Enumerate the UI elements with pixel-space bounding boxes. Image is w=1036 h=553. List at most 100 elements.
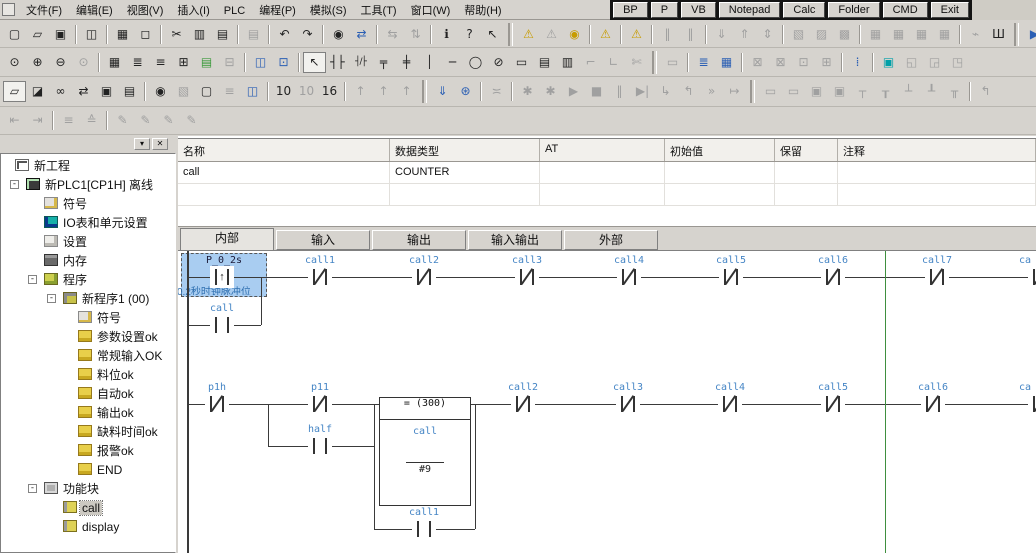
tree-item-常规输入OK[interactable]: 常规输入OK bbox=[1, 346, 175, 365]
monitor-window-2-icon[interactable]: ▦ bbox=[887, 24, 910, 45]
contact-nc-call5[interactable] bbox=[719, 266, 743, 288]
watch-window-icon[interactable]: ▣ bbox=[877, 52, 900, 73]
launcher-button-calc[interactable]: Calc bbox=[783, 2, 825, 18]
redo-icon[interactable]: ↷ bbox=[296, 24, 319, 45]
monitor-window-4-icon[interactable]: ▦ bbox=[933, 24, 956, 45]
force-cancel-icon[interactable]: ⊡ bbox=[792, 52, 815, 73]
cell[interactable]: call bbox=[178, 162, 390, 183]
new-closed-coil-icon[interactable]: ⊘ bbox=[487, 52, 510, 73]
undo-icon[interactable]: ↶ bbox=[273, 24, 296, 45]
menu-i[interactable]: 插入(I) bbox=[170, 3, 216, 19]
launcher-button-p[interactable]: P bbox=[651, 2, 678, 18]
rung-shrink-icon[interactable]: ⊞ bbox=[172, 52, 195, 73]
launcher-button-exit[interactable]: Exit bbox=[931, 2, 969, 18]
new-ladder-window-icon[interactable]: ▱ bbox=[3, 81, 26, 102]
upload-3-icon[interactable]: ↑ bbox=[395, 81, 418, 102]
cell[interactable] bbox=[665, 184, 775, 205]
edit-pen-2-icon[interactable]: ✎ bbox=[134, 110, 157, 131]
download-to-plc-icon[interactable]: ⇓ bbox=[431, 81, 454, 102]
tree-item-料位ok[interactable]: 料位ok bbox=[1, 365, 175, 384]
partial-transfer-3-icon[interactable]: ▩ bbox=[833, 24, 856, 45]
tree-item-输出ok[interactable]: 输出ok bbox=[1, 403, 175, 422]
col-header-3[interactable]: AT bbox=[540, 139, 665, 161]
continuous-step-icon[interactable]: » bbox=[700, 81, 723, 102]
tree-item-缺料时间ok[interactable]: 缺料时间ok bbox=[1, 422, 175, 441]
watch-1-icon[interactable]: ◱ bbox=[900, 52, 923, 73]
tree-item-符号[interactable]: 符号 bbox=[1, 194, 175, 213]
select-tool-icon[interactable]: ↖ bbox=[303, 52, 326, 73]
list-view-icon[interactable]: ≡ bbox=[149, 52, 172, 73]
online-compare-icon[interactable]: ≍ bbox=[485, 81, 508, 102]
address-reference-tool-icon[interactable]: ⁞ bbox=[846, 52, 869, 73]
tree-expander-icon[interactable]: - bbox=[28, 275, 37, 284]
edit-pen-3-icon[interactable]: ✎ bbox=[157, 110, 180, 131]
tab-输出[interactable]: 输出 bbox=[372, 230, 466, 250]
cell[interactable] bbox=[838, 162, 1036, 183]
compare-block[interactable]: = (300)call#9 bbox=[379, 397, 471, 506]
show-grid-icon[interactable]: ▦ bbox=[103, 52, 126, 73]
mdi-child-icon[interactable] bbox=[2, 3, 15, 16]
paste-icon[interactable]: ▤ bbox=[211, 24, 234, 45]
menu-plc[interactable]: PLC bbox=[217, 3, 252, 19]
plc-clock-icon[interactable]: ▭ bbox=[661, 52, 684, 73]
jump-tool-icon[interactable]: ⌐ bbox=[579, 52, 602, 73]
fb-invocation-icon[interactable]: ▤ bbox=[533, 52, 556, 73]
find-previous-icon[interactable]: ⇅ bbox=[404, 24, 427, 45]
tree-item-新程序1-(00)[interactable]: -新程序1 (00) bbox=[1, 289, 175, 308]
align-left-icon[interactable]: ≡ bbox=[57, 110, 80, 131]
new-contact-icon[interactable]: ┤├ bbox=[326, 52, 349, 73]
sim-pause-icon[interactable]: ‖ bbox=[608, 81, 631, 102]
open-file-icon[interactable]: ▱ bbox=[26, 24, 49, 45]
upload-1-icon[interactable]: ↑ bbox=[349, 81, 372, 102]
cut-icon[interactable]: ✂ bbox=[165, 24, 188, 45]
new-closed-or-contact-icon[interactable]: ╪ bbox=[395, 52, 418, 73]
contact-nc-call6[interactable] bbox=[821, 266, 845, 288]
menu-v[interactable]: 视图(V) bbox=[120, 3, 171, 19]
cell[interactable] bbox=[775, 162, 838, 183]
data-trace-icon[interactable]: Ш bbox=[987, 24, 1010, 45]
fb-library-icon[interactable]: ▧ bbox=[172, 81, 195, 102]
rung-manager-icon[interactable]: ▤ bbox=[195, 52, 218, 73]
io-monitor-2-icon[interactable]: ▭ bbox=[782, 81, 805, 102]
mnemonic-view-icon[interactable]: ◪ bbox=[26, 81, 49, 102]
compile-program-icon[interactable]: ⚠ bbox=[517, 24, 540, 45]
watch-2-icon[interactable]: ◲ bbox=[923, 52, 946, 73]
step-in-icon[interactable]: ↳ bbox=[654, 81, 677, 102]
menu-f[interactable]: 文件(F) bbox=[19, 3, 69, 19]
cycle-time-icon[interactable]: ⌁ bbox=[964, 24, 987, 45]
find-icon[interactable]: ◉ bbox=[327, 24, 350, 45]
partial-transfer-1-icon[interactable]: ▧ bbox=[787, 24, 810, 45]
tree-item-内存[interactable]: 内存 bbox=[1, 251, 175, 270]
io-monitor-3-icon[interactable]: ▣ bbox=[805, 81, 828, 102]
col-header-6[interactable]: 注释 bbox=[838, 139, 1036, 161]
watch-3-icon[interactable]: ◳ bbox=[946, 52, 969, 73]
cell[interactable] bbox=[178, 184, 390, 205]
cell[interactable] bbox=[775, 184, 838, 205]
compile-plc-programs-icon[interactable]: ⚠ bbox=[540, 24, 563, 45]
menu-p[interactable]: 编程(P) bbox=[252, 3, 303, 19]
contact-nc-call2[interactable] bbox=[511, 393, 535, 415]
new-instruction-icon[interactable]: ▭ bbox=[510, 52, 533, 73]
launcher-button-notepad[interactable]: Notepad bbox=[719, 2, 781, 18]
transfer-check-icon[interactable]: ⚠ bbox=[594, 24, 617, 45]
zoom-out-icon[interactable]: ⊖ bbox=[49, 52, 72, 73]
zoom-100-icon[interactable]: ⊙ bbox=[72, 52, 95, 73]
tree-expander-icon[interactable]: - bbox=[47, 294, 56, 303]
launcher-button-folder[interactable]: Folder bbox=[828, 2, 879, 18]
context-help-icon[interactable]: ↖ bbox=[481, 24, 504, 45]
col-header-2[interactable]: 数据类型 bbox=[390, 139, 540, 161]
tree-item-设置[interactable]: 设置 bbox=[1, 232, 175, 251]
sim-run-icon[interactable]: ▶ bbox=[562, 81, 585, 102]
col-header-4[interactable]: 初始值 bbox=[665, 139, 775, 161]
vertical-line-icon[interactable]: │ bbox=[418, 52, 441, 73]
download-settings-icon[interactable]: ⊛ bbox=[454, 81, 477, 102]
edit-comments-icon[interactable]: ≣ bbox=[692, 52, 715, 73]
signed-decimal-display-icon[interactable]: 10 bbox=[295, 81, 318, 102]
check-report-icon[interactable]: ◉ bbox=[563, 24, 586, 45]
differential-monitor-icon[interactable]: ⊞ bbox=[815, 52, 838, 73]
decimal-display-icon[interactable]: 10 bbox=[272, 81, 295, 102]
workspace-dropdown-button[interactable]: ▾ bbox=[134, 138, 150, 150]
contact-nc-call6[interactable] bbox=[921, 393, 945, 415]
transfer-from-plc-icon[interactable]: ⇑ bbox=[733, 24, 756, 45]
pause-icon[interactable]: ‖ bbox=[679, 24, 702, 45]
